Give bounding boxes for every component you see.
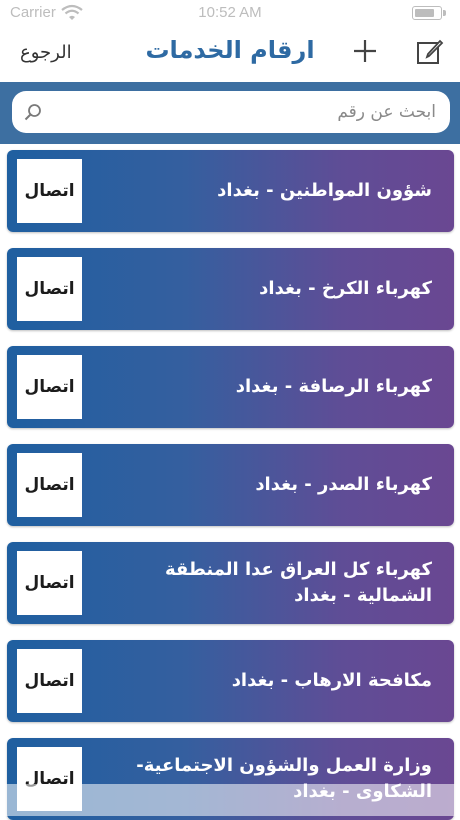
service-name: كهرباء الرصافة - بغداد [235,376,432,397]
bottom-overlay [0,784,460,816]
page-title: ارقام الخدمات [145,36,315,64]
battery-icon [412,6,446,20]
search-bar [0,82,460,144]
call-button[interactable]: اتصال [17,257,82,321]
search-input[interactable] [48,91,436,133]
service-card[interactable]: اتصال مكافحة الارهاب - بغداد [7,640,454,722]
service-name: مكافحة الارهاب - بغداد [231,670,432,691]
call-button[interactable]: اتصال [17,551,82,615]
status-time: 10:52 AM [198,4,262,21]
compose-icon[interactable] [416,38,444,66]
back-button[interactable]: الرجوع [20,42,72,63]
service-name: كهرباء الصدر - بغداد [255,474,432,495]
call-button[interactable]: اتصال [17,453,82,517]
service-card[interactable]: اتصال شؤون المواطنين - بغداد [7,150,454,232]
service-name: شؤون المواطنين - بغداد [217,180,432,201]
service-card[interactable]: اتصال كهرباء كل العراق عدا المنطقة الشما… [7,542,454,624]
status-bar: Carrier 10:52 AM [0,0,460,26]
service-name: كهرباء كل العراق عدا المنطقة الشمالية - … [164,559,432,606]
service-name: كهرباء الكرخ - بغداد [259,278,432,299]
call-button[interactable]: اتصال [17,649,82,713]
search-box[interactable] [12,91,450,133]
search-icon [24,104,41,121]
service-card[interactable]: اتصال كهرباء الصدر - بغداد [7,444,454,526]
call-button[interactable]: اتصال [17,159,82,223]
call-button[interactable]: اتصال [17,355,82,419]
nav-bar: ارقام الخدمات الرجوع [0,26,460,78]
service-card[interactable]: اتصال كهرباء الكرخ - بغداد [7,248,454,330]
plus-icon[interactable] [352,38,378,64]
service-card[interactable]: اتصال كهرباء الرصافة - بغداد [7,346,454,428]
